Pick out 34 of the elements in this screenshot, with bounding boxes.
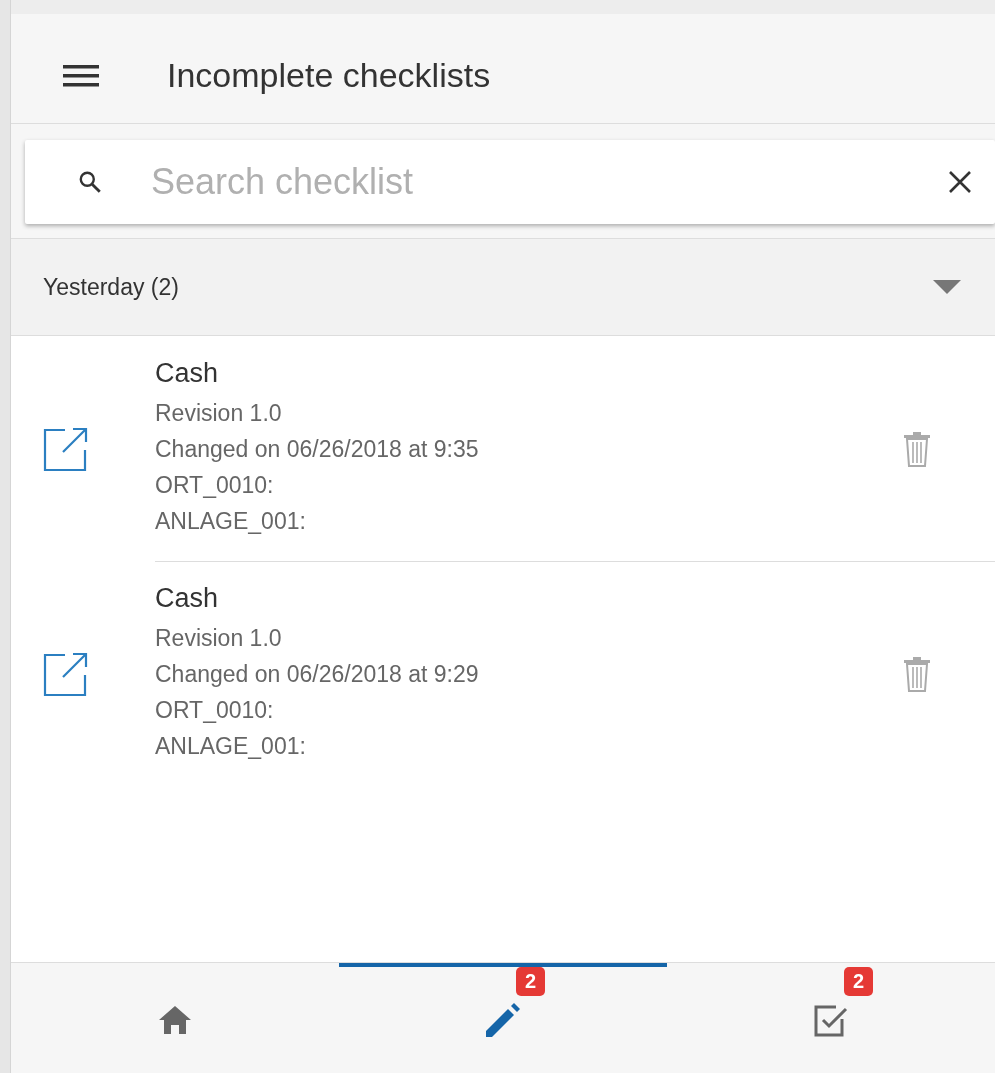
item-detail: Changed on 06/26/2018 at 9:29 bbox=[155, 660, 480, 689]
item-title: Cash bbox=[155, 358, 220, 389]
external-link-icon bbox=[43, 650, 89, 697]
count-badge: 2 bbox=[516, 967, 546, 996]
open-button[interactable] bbox=[43, 425, 89, 472]
item-detail: ORT_0010: bbox=[155, 696, 275, 725]
caret-icon bbox=[933, 280, 961, 294]
item-detail: Revision 1.0 bbox=[155, 624, 283, 653]
external-link-icon bbox=[43, 425, 89, 472]
open-button[interactable] bbox=[43, 650, 89, 697]
pencil-icon bbox=[484, 1001, 522, 1039]
nav-tab[interactable]: 2 bbox=[667, 963, 995, 1073]
page-title: Incomplete checklists bbox=[167, 56, 491, 95]
trash-icon bbox=[903, 655, 931, 692]
home-icon bbox=[158, 1005, 192, 1035]
group-label: Yesterday (2) bbox=[43, 273, 180, 301]
item-detail: Revision 1.0 bbox=[155, 399, 283, 428]
menu-icon bbox=[63, 62, 99, 89]
item-detail: Changed on 06/26/2018 at 9:35 bbox=[155, 435, 480, 464]
count-badge: 2 bbox=[844, 967, 874, 996]
trash-icon bbox=[903, 430, 931, 467]
group-header[interactable]: Yesterday (2) bbox=[11, 239, 995, 336]
item-title: Cash bbox=[155, 583, 220, 614]
item-detail: ORT_0010: bbox=[155, 471, 275, 500]
clear-button[interactable] bbox=[947, 169, 973, 195]
close-icon bbox=[948, 170, 972, 194]
search-field[interactable]: Search checklist bbox=[25, 140, 995, 224]
nav-tab[interactable]: 2 bbox=[339, 963, 667, 1073]
delete-button[interactable] bbox=[903, 430, 931, 467]
delete-button[interactable] bbox=[903, 655, 931, 692]
menu-button[interactable] bbox=[63, 62, 99, 89]
item-detail: ANLAGE_001: bbox=[155, 507, 307, 536]
search-icon bbox=[77, 169, 103, 195]
item-detail: ANLAGE_001: bbox=[155, 732, 307, 761]
